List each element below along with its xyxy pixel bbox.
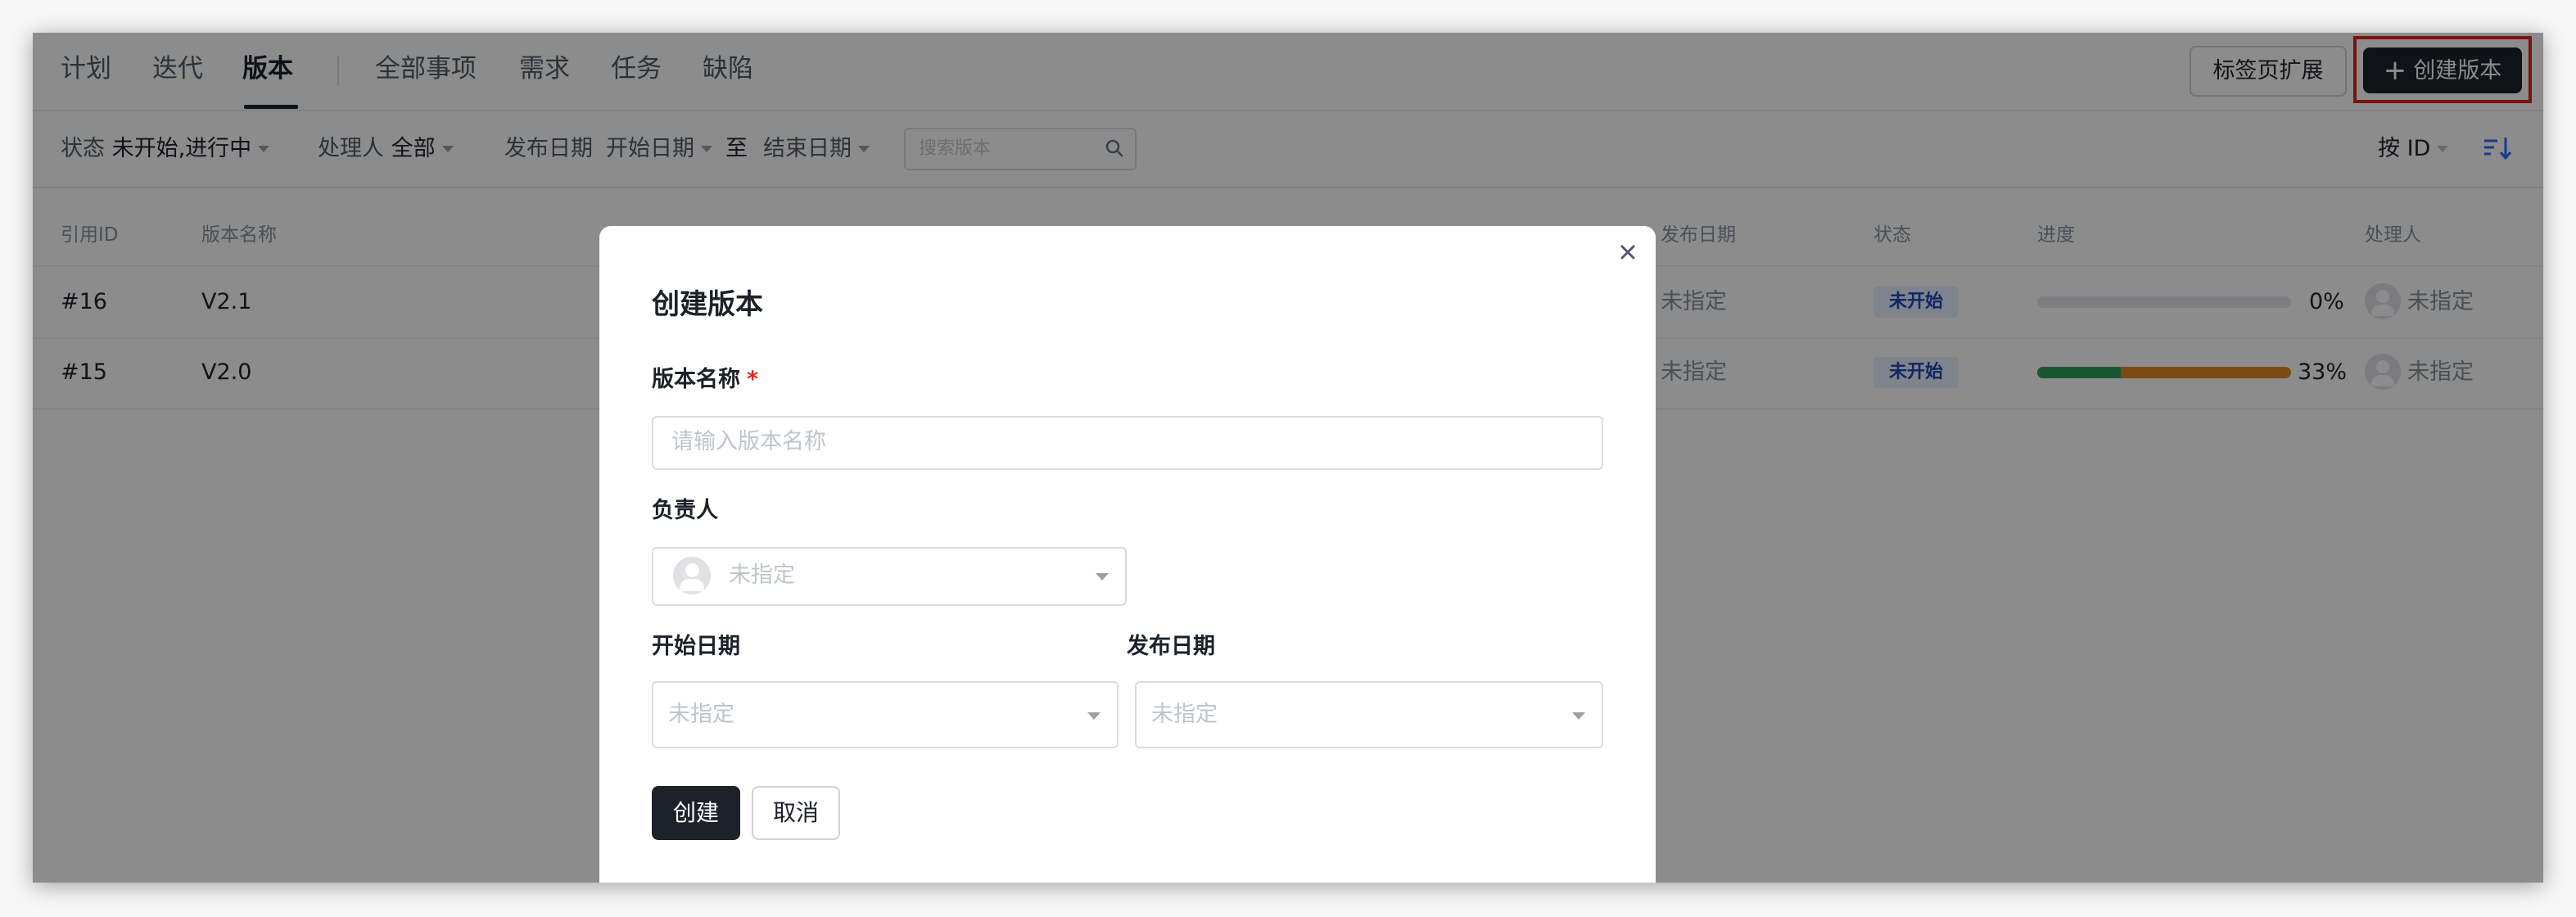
cancel-button[interactable]: 取消: [752, 786, 840, 840]
dialog-title: 创建版本: [652, 288, 763, 321]
release-date-select[interactable]: 未指定: [1135, 681, 1603, 748]
start-date-select[interactable]: 未指定: [652, 681, 1119, 748]
owner-select[interactable]: 未指定: [652, 547, 1127, 606]
version-name-label-text: 版本名称: [652, 367, 740, 392]
create-button[interactable]: 创建: [652, 786, 740, 840]
version-name-input[interactable]: 请输入版本名称: [652, 416, 1603, 470]
chevron-down-icon: [1087, 712, 1100, 720]
chevron-down-icon: [1096, 573, 1109, 580]
start-date-label: 开始日期: [652, 634, 740, 659]
release-date-value: 未指定: [1151, 702, 1218, 727]
version-name-label: 版本名称 *: [652, 365, 758, 395]
app-frame: 计划 迭代 版本 全部事项 需求 任务 缺陷 标签页扩展 + 创建版本 状态 未开…: [33, 33, 2543, 883]
version-name-placeholder: 请输入版本名称: [671, 429, 826, 454]
release-date-label: 发布日期: [1127, 634, 1215, 659]
create-version-dialog: 创建版本 版本名称 * 请输入版本名称 负责人 未指定 开始日期 发布日期 未指定…: [599, 226, 1656, 883]
chevron-down-icon: [1572, 712, 1585, 720]
start-date-value: 未指定: [668, 702, 734, 727]
close-icon[interactable]: [1616, 241, 1639, 264]
avatar: [673, 557, 711, 594]
owner-value: 未指定: [729, 562, 795, 588]
required-mark: *: [747, 367, 759, 392]
owner-label: 负责人: [652, 498, 718, 523]
